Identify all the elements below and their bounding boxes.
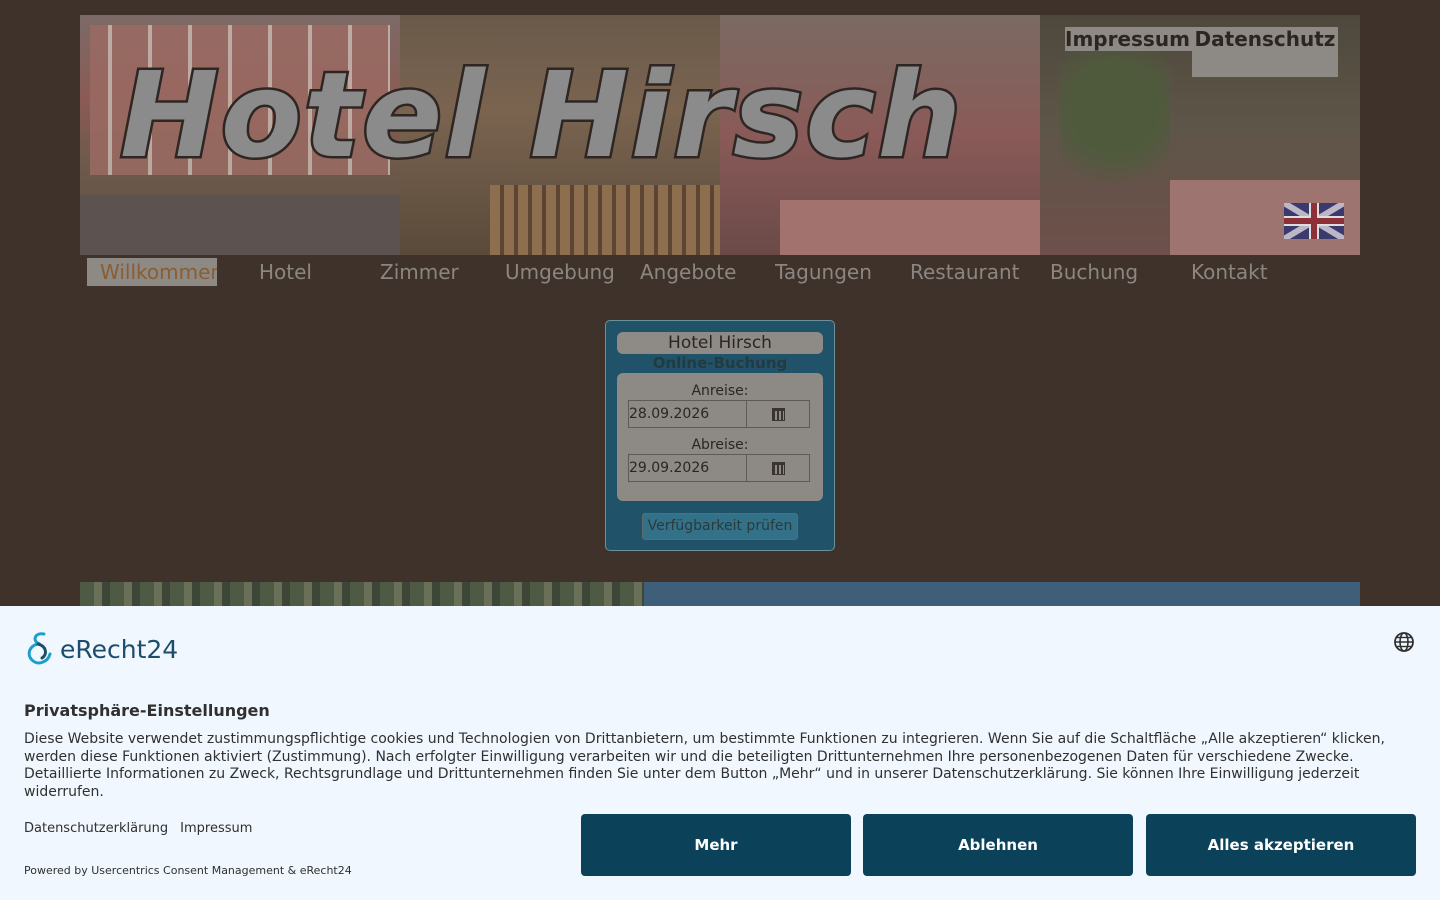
nav-item-willkommen[interactable]: Willkommen: [87, 258, 217, 286]
nav-item-buchung[interactable]: Buchung: [1050, 258, 1138, 286]
more-button[interactable]: Mehr: [581, 814, 851, 876]
arrival-date-field[interactable]: 28.09.2026: [628, 400, 810, 428]
departure-label: Abreise:: [691, 437, 749, 453]
arrival-label: Anreise:: [691, 383, 749, 399]
nav-item-umgebung[interactable]: Umgebung: [505, 258, 615, 286]
departure-date-value[interactable]: 29.09.2026: [629, 455, 747, 481]
privacy-policy-link[interactable]: Datenschutzerklärung: [24, 821, 168, 836]
decline-button[interactable]: Ablehnen: [863, 814, 1133, 876]
booking-subtitle: Online-Buchung: [652, 354, 788, 372]
nav-item-zimmer[interactable]: Zimmer: [380, 258, 459, 286]
content-photo-garden: [80, 582, 644, 606]
booking-widget: Hotel Hirsch Online-Buchung Anreise: 28.…: [605, 320, 835, 551]
consent-links: Datenschutzerklärung Impressum: [24, 821, 252, 836]
language-globe-icon[interactable]: [1393, 631, 1415, 653]
nav-item-restaurant[interactable]: Restaurant: [910, 258, 1020, 286]
arrival-date-value[interactable]: 28.09.2026: [629, 401, 747, 427]
imprint-link[interactable]: Impressum: [180, 821, 252, 836]
booking-title: Hotel Hirsch: [617, 332, 823, 354]
hotel-logo-title: Hotel Hirsch: [117, 46, 964, 184]
departure-date-field[interactable]: 29.09.2026: [628, 454, 810, 482]
datenschutz-link[interactable]: Datenschutz: [1192, 27, 1338, 77]
calendar-icon: [771, 461, 785, 475]
arrival-calendar-button[interactable]: [747, 401, 809, 427]
top-links: Impressum Datenschutz: [1065, 27, 1338, 77]
uk-flag-icon[interactable]: [1284, 203, 1344, 239]
erecht24-logo-icon: [27, 632, 52, 665]
nav-item-kontakt[interactable]: Kontakt: [1191, 258, 1268, 286]
erecht24-brand-name: eRecht24: [60, 634, 179, 664]
erecht24-logo: eRecht24: [24, 630, 178, 668]
consent-title: Privatsphäre-Einstellungen: [24, 701, 270, 720]
booking-date-panel: Anreise: 28.09.2026 Abreise: 29.09.2026: [617, 373, 823, 501]
powered-by-text: Powered by Usercentrics Consent Manageme…: [24, 864, 352, 877]
departure-calendar-button[interactable]: [747, 455, 809, 481]
impressum-link[interactable]: Impressum: [1065, 27, 1192, 51]
check-availability-button[interactable]: Verfügbarkeit prüfen: [642, 513, 798, 540]
calendar-icon: [771, 407, 785, 421]
main-nav: Willkommen Hotel Zimmer Umgebung Angebot…: [87, 258, 1287, 286]
nav-item-angebote[interactable]: Angebote: [640, 258, 736, 286]
content-photo-sky: [644, 582, 1360, 606]
nav-item-tagungen[interactable]: Tagungen: [775, 258, 872, 286]
nav-item-hotel[interactable]: Hotel: [259, 258, 312, 286]
consent-text: Diese Website verwendet zustimmungspflic…: [24, 731, 1385, 801]
accept-all-button[interactable]: Alles akzeptieren: [1146, 814, 1416, 876]
